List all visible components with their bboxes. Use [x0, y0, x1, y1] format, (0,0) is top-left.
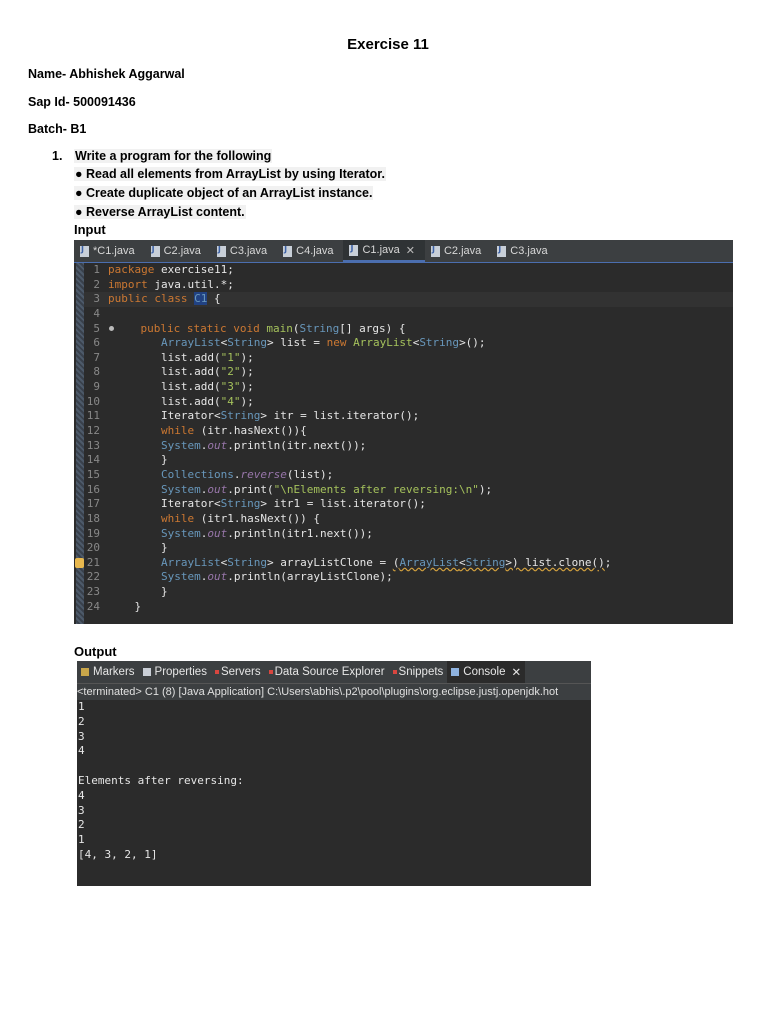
tab-data-source-explorer[interactable]: Data Source Explorer	[265, 661, 389, 683]
code-line: 13 System.out.println(itr.next());	[86, 438, 367, 452]
batch: Batch- B1	[28, 122, 87, 136]
output-line: [4, 3, 2, 1]	[78, 847, 158, 861]
code-line: 22 System.out.println(arrayListClone);	[86, 570, 393, 584]
console-status: <terminated> C1 (8) [Java Application] C…	[77, 683, 591, 700]
question-bullet: ● Create duplicate object of an ArrayLis…	[74, 186, 374, 200]
output-line: 3	[78, 729, 85, 743]
code-line: 4	[93, 306, 100, 320]
question-bullet: ● Read all elements from ArrayList by us…	[74, 167, 386, 181]
console-icon	[451, 668, 460, 676]
tab-markers[interactable]: Markers	[77, 661, 139, 683]
code-editor: *C1.java C2.java C3.java C4.java C1.java…	[74, 240, 733, 624]
code-line: 3 public class C1 {	[84, 292, 733, 307]
editor-tab[interactable]: C3.java	[491, 240, 557, 262]
tab-console[interactable]: Console ✕	[447, 661, 526, 683]
code-line: 23 }	[86, 585, 168, 599]
output-line: 2	[78, 818, 85, 832]
code-line: 15 Collections.reverse(list);	[86, 467, 334, 481]
output-line: Elements after reversing:	[78, 773, 244, 787]
code-line: 11 Iterator<String> itr = list.iterator(…	[86, 409, 420, 423]
output-line: 4	[78, 788, 85, 802]
code-line: 7 list.add("1");	[93, 350, 254, 364]
output-line: 1	[78, 833, 85, 847]
code-line: 2 import java.util.*;	[93, 277, 234, 291]
code-line: 10 list.add("4");	[86, 394, 254, 408]
java-file-icon	[150, 245, 160, 257]
data-source-icon	[268, 670, 273, 674]
close-icon[interactable]: ✕	[512, 665, 522, 679]
page-title: Exercise 11	[347, 36, 429, 53]
question-title: Write a program for the following	[74, 149, 273, 163]
code-line: 16 System.out.print("\nElements after re…	[86, 482, 493, 496]
code-line: 5 public static void main(String[] args)…	[93, 321, 406, 335]
code-line: 6 ArrayList<String> list = new ArrayList…	[93, 336, 486, 350]
question-bullet: ● Reverse ArrayList content.	[74, 205, 246, 219]
editor-tab[interactable]: C4.java	[277, 240, 343, 262]
close-icon[interactable]: ✕	[406, 244, 415, 257]
servers-icon	[214, 670, 219, 674]
output-label: Output	[74, 644, 117, 659]
question-number: 1.	[52, 149, 63, 163]
editor-tab[interactable]: C2.java	[145, 240, 211, 262]
output-line: 4	[78, 744, 85, 758]
java-file-icon	[497, 245, 507, 257]
fold-icon[interactable]	[109, 326, 114, 332]
code-line: 21 ArrayList<String> arrayListClone = (A…	[75, 556, 733, 571]
console-tabbar: Markers Properties Servers Data Source E…	[77, 661, 591, 683]
input-label: Input	[74, 222, 106, 237]
code-line: 9 list.add("3");	[93, 380, 254, 394]
editor-tab[interactable]: C2.java	[425, 240, 491, 262]
code-area[interactable]: 1 package exercise11; 2 import java.util.*…	[74, 263, 733, 624]
code-line: 18 while (itr1.hasNext()) {	[86, 511, 320, 525]
java-file-icon	[80, 245, 89, 257]
editor-tab[interactable]: C3.java	[211, 240, 277, 262]
output-line: 2	[78, 714, 85, 728]
code-line: 19 System.out.println(itr1.next());	[86, 526, 373, 540]
tab-snippets[interactable]: Snippets	[389, 661, 448, 683]
output-line: 3	[78, 803, 85, 817]
code-line: 17 Iterator<String> itr1 = list.iterator…	[86, 497, 426, 511]
snippets-icon	[392, 670, 397, 674]
java-file-icon	[430, 245, 440, 257]
console-view: Markers Properties Servers Data Source E…	[77, 661, 591, 886]
java-file-icon	[216, 245, 226, 257]
code-line: 8 list.add("2");	[93, 365, 254, 379]
code-line: 1 package exercise11;	[93, 263, 234, 276]
markers-icon	[81, 668, 89, 676]
console-output[interactable]: 1 2 3 4 Elements after reversing: 4 3 2 …	[77, 700, 591, 863]
output-line: 1	[78, 700, 85, 713]
warning-icon[interactable]	[75, 557, 84, 568]
code-line: 14 }	[86, 453, 168, 467]
code-line: 12 while (itr.hasNext()){	[86, 424, 307, 438]
java-file-icon	[349, 244, 359, 256]
code-lines: 1 package exercise11; 2 import java.util.*…	[75, 263, 733, 614]
properties-icon	[142, 668, 151, 676]
change-gutter	[76, 263, 84, 624]
sap-id: Sap Id- 500091436	[28, 95, 136, 109]
tab-properties[interactable]: Properties	[139, 661, 211, 683]
code-line: 24 }	[86, 599, 142, 613]
code-line: 20 }	[86, 541, 168, 555]
editor-tabbar: *C1.java C2.java C3.java C4.java C1.java…	[74, 240, 733, 263]
editor-tab[interactable]: *C1.java	[74, 240, 145, 262]
tab-servers[interactable]: Servers	[211, 661, 265, 683]
student-name: Name- Abhishek Aggarwal	[28, 67, 185, 81]
java-file-icon	[283, 245, 293, 257]
editor-tab-active[interactable]: C1.java✕	[343, 240, 425, 262]
